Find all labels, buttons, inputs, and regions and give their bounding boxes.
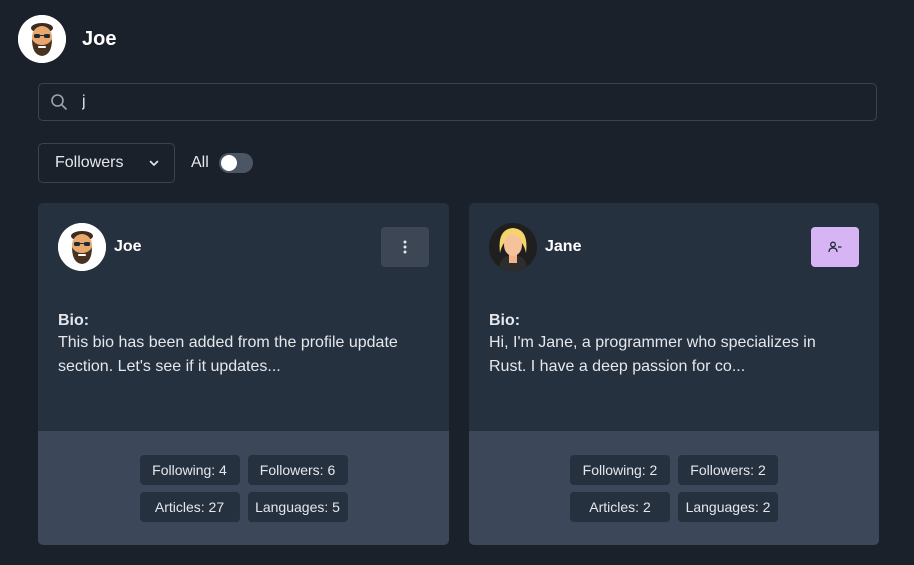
user-card: Jane Bio: Hi, I'm Jane, a programmer who… (469, 203, 879, 545)
unfollow-button[interactable] (811, 227, 859, 267)
followers-stat[interactable]: Followers: 6 (247, 455, 348, 485)
select-value: Followers (55, 154, 124, 171)
card-body: Jane Bio: Hi, I'm Jane, a programmer who… (469, 203, 879, 431)
chevron-down-icon (149, 160, 159, 166)
blonde-woman-avatar-icon (489, 223, 537, 271)
relationship-filter-select[interactable]: Followers (38, 143, 175, 183)
current-user-name: Joe (82, 27, 117, 50)
card-stats-footer: Following: 4 Followers: 6 Articles: 27 L… (38, 431, 449, 545)
card-body: Joe Bio: This bio has been added from th… (38, 203, 449, 431)
search-input[interactable] (80, 86, 876, 118)
bio-text: This bio has been added from the profile… (58, 334, 398, 375)
bio-label: Bio: (58, 312, 90, 329)
card-bio: Bio: Hi, I'm Jane, a programmer who spec… (489, 311, 857, 379)
articles-stat[interactable]: Articles: 27 (139, 492, 240, 522)
more-options-button[interactable] (381, 227, 429, 267)
card-user[interactable]: Jane (489, 223, 581, 271)
following-stat[interactable]: Following: 2 (570, 455, 670, 485)
card-user-name: Jane (545, 238, 582, 255)
all-toggle[interactable] (218, 153, 253, 173)
bearded-man-avatar-icon[interactable] (18, 15, 66, 63)
bearded-man-avatar-icon (58, 223, 106, 271)
card-stats-footer: Following: 2 Followers: 2 Articles: 2 La… (469, 431, 879, 545)
stats-grid: Following: 2 Followers: 2 Articles: 2 La… (469, 455, 879, 522)
bio-text: Hi, I'm Jane, a programmer who specializ… (489, 334, 816, 375)
search-icon (51, 94, 67, 110)
stats-grid: Following: 4 Followers: 6 Articles: 27 L… (38, 455, 449, 522)
articles-stat[interactable]: Articles: 2 (570, 492, 670, 522)
bio-label: Bio: (489, 312, 521, 329)
following-stat[interactable]: Following: 4 (139, 455, 240, 485)
more-vertical-icon (403, 240, 407, 254)
user-card: Joe Bio: This bio has been added from th… (38, 203, 449, 545)
filter-bar: Followers All (38, 143, 253, 183)
languages-stat[interactable]: Languages: 5 (247, 492, 348, 522)
card-user[interactable]: Joe (58, 223, 142, 271)
card-user-name: Joe (114, 238, 142, 255)
card-bio: Bio: This bio has been added from the pr… (58, 311, 427, 379)
all-toggle-label: All (191, 154, 209, 171)
toggle-knob (220, 155, 237, 171)
search-bar[interactable] (38, 83, 877, 121)
app-header: Joe (18, 15, 116, 63)
user-minus-icon (828, 241, 842, 253)
followers-stat[interactable]: Followers: 2 (678, 455, 778, 485)
languages-stat[interactable]: Languages: 2 (678, 492, 778, 522)
